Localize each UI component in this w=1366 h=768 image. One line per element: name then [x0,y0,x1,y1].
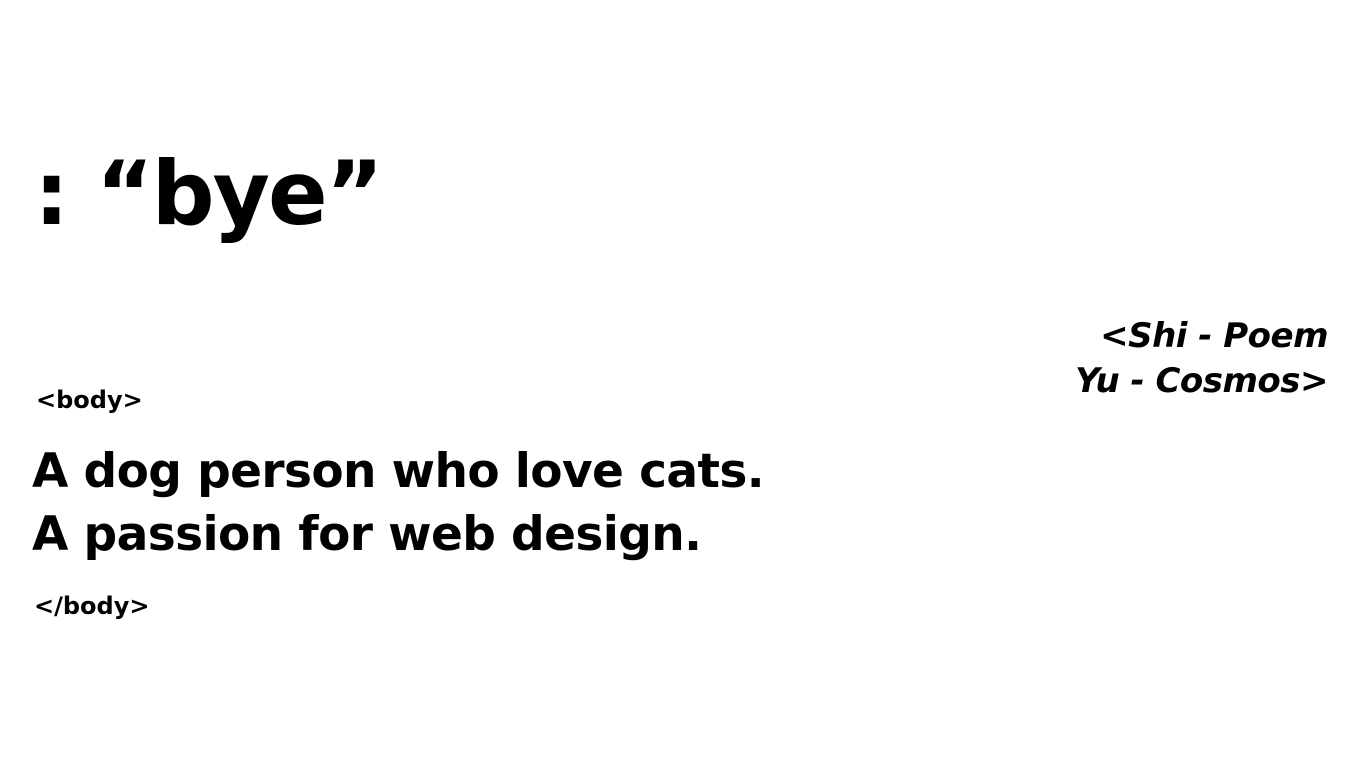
bio-text: A dog person who love cats. A passion fo… [32,440,765,566]
bio-line-web-design: A passion for web design. [32,507,702,562]
hero-heading: : “bye” [34,142,384,245]
name-meaning-block: <Shi - Poem Yu - Cosmos> [1075,314,1328,404]
name-meaning-line-shi: <Shi - Poem [1100,316,1328,356]
body-open-tag: <body> [36,386,143,414]
body-close-tag: </body> [34,592,150,620]
name-meaning-line-yu: Yu - Cosmos> [1075,361,1328,401]
bio-line-cats: A dog person who love cats. [32,444,765,499]
